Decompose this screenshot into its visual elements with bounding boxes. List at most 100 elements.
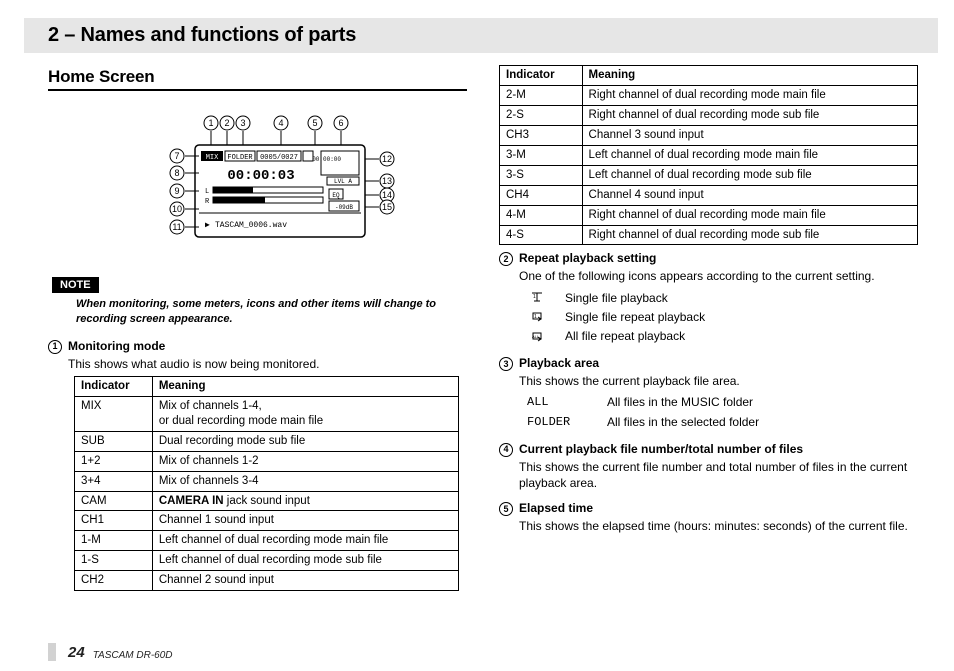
table-cell: CH2	[75, 571, 153, 591]
table-cell: Right channel of dual recording mode mai…	[582, 85, 917, 105]
svg-text:1: 1	[208, 118, 213, 128]
page-footer: 24 TASCAM DR-60D	[48, 643, 173, 661]
item-5: 5Elapsed timeThis shows the elapsed time…	[499, 501, 918, 534]
item-desc: This shows the current file number and t…	[519, 459, 918, 491]
svg-text:00:00:00: 00:00:00	[312, 156, 341, 163]
table-row: 4-SRight channel of dual recording mode …	[500, 225, 918, 245]
svg-text:TASCAM_0006.wav: TASCAM_0006.wav	[215, 221, 287, 230]
table-header: Meaning	[152, 376, 459, 396]
svg-text:14: 14	[381, 190, 391, 200]
home-screen-diagram: 1 2 3 4 5 6	[48, 101, 467, 261]
item-3: 3Playback areaThis shows the current pla…	[499, 356, 918, 432]
svg-text:00:00:03: 00:00:03	[227, 168, 294, 184]
mapping-row: FOLDER All files in the selected folder	[527, 413, 918, 432]
table-row: 3-MLeft channel of dual recording mode m…	[500, 145, 918, 165]
svg-text:-09dB: -09dB	[334, 204, 352, 211]
table-cell: 1-S	[75, 551, 153, 571]
table-row: 3+4Mix of channels 3-4	[75, 471, 459, 491]
table-row: 1+2Mix of channels 1-2	[75, 451, 459, 471]
table-header: Indicator	[75, 376, 153, 396]
mapping-label: All files in the selected folder	[607, 413, 759, 432]
table-row: 3-SLeft channel of dual recording mode s…	[500, 165, 918, 185]
table-cell: CAMERA IN jack sound input	[152, 491, 459, 511]
svg-text:4: 4	[278, 118, 283, 128]
option-row: 1 Single file playback	[527, 289, 918, 308]
svg-text:1: 1	[533, 294, 536, 300]
table-cell: 1-M	[75, 531, 153, 551]
table-row: CAMCAMERA IN jack sound input	[75, 491, 459, 511]
svg-text:13: 13	[381, 176, 391, 186]
table-cell: Mix of channels 1-2	[152, 451, 459, 471]
table-cell: Left channel of dual recording mode sub …	[582, 165, 917, 185]
table-row: CH1Channel 1 sound input	[75, 511, 459, 531]
table-cell: Mix of channels 1-4,or dual recording mo…	[152, 396, 459, 431]
table-row: CH4Channel 4 sound input	[500, 185, 918, 205]
table-cell: Channel 4 sound input	[582, 185, 917, 205]
item-title: Monitoring mode	[68, 339, 165, 353]
table-cell: 4-M	[500, 205, 583, 225]
svg-text:3: 3	[240, 118, 245, 128]
table-cell: 2-M	[500, 85, 583, 105]
item-number-icon: 3	[499, 357, 513, 371]
svg-text:15: 15	[381, 202, 391, 212]
svg-text:5: 5	[312, 118, 317, 128]
option-label: All file repeat playback	[565, 327, 685, 346]
single-play-icon: 1	[527, 291, 547, 305]
mapping-label: All files in the MUSIC folder	[607, 393, 753, 412]
svg-text:L: L	[205, 188, 209, 196]
table-cell: CH3	[500, 125, 583, 145]
chapter-title: 2 – Names and functions of parts	[24, 18, 938, 53]
table-cell: Left channel of dual recording mode main…	[152, 531, 459, 551]
page-number: 24	[68, 644, 85, 661]
svg-text:9: 9	[174, 186, 179, 196]
item-number-icon: 2	[499, 252, 513, 266]
table-row: MIXMix of channels 1-4,or dual recording…	[75, 396, 459, 431]
item-title: Elapsed time	[519, 501, 593, 515]
table-cell: CH1	[75, 511, 153, 531]
item-4: 4Current playback file number/total numb…	[499, 442, 918, 491]
svg-text:6: 6	[338, 118, 343, 128]
table-cell: 3-S	[500, 165, 583, 185]
svg-text:10: 10	[171, 204, 181, 214]
table-cell: Right channel of dual recording mode mai…	[582, 205, 917, 225]
table-cell: 3+4	[75, 471, 153, 491]
table-cell: SUB	[75, 431, 153, 451]
table-cell: Channel 3 sound input	[582, 125, 917, 145]
table-cell: 1+2	[75, 451, 153, 471]
table-cell: CH4	[500, 185, 583, 205]
svg-text:LVL A: LVL A	[333, 178, 351, 185]
all-repeat-icon: ALL	[527, 330, 547, 344]
item-desc: This shows the current playback file are…	[519, 373, 918, 389]
svg-text:11: 11	[172, 222, 181, 232]
table-row: 1-MLeft channel of dual recording mode m…	[75, 531, 459, 551]
table-cell: 3-M	[500, 145, 583, 165]
table-row: 2-MRight channel of dual recording mode …	[500, 85, 918, 105]
table-cell: 2-S	[500, 105, 583, 125]
indicator-table-continued: IndicatorMeaning2-MRight channel of dual…	[499, 65, 918, 245]
svg-text:0005/0027: 0005/0027	[260, 154, 298, 162]
table-cell: CAM	[75, 491, 153, 511]
footer-accent	[48, 643, 56, 661]
table-cell: Dual recording mode sub file	[152, 431, 459, 451]
mapping-list: ALL All files in the MUSIC folder FOLDER Al…	[527, 393, 918, 431]
svg-text:7: 7	[174, 151, 179, 161]
svg-text:ALL: ALL	[532, 334, 540, 339]
indicator-table: IndicatorMeaningMIXMix of channels 1-4,o…	[74, 376, 459, 591]
options-list: 1 Single file playback 1 Single file repeat…	[527, 289, 918, 347]
note-tag: NOTE	[52, 277, 99, 293]
item-2: 2Repeat playback settingOne of the follo…	[499, 251, 918, 346]
svg-text:8: 8	[174, 168, 179, 178]
table-cell: Channel 2 sound input	[152, 571, 459, 591]
svg-text:FOLDER: FOLDER	[227, 154, 253, 162]
table-row: SUBDual recording mode sub file	[75, 431, 459, 451]
option-label: Single file playback	[565, 289, 668, 308]
mapping-key: FOLDER	[527, 413, 589, 432]
table-row: CH2Channel 2 sound input	[75, 571, 459, 591]
mapping-key: ALL	[527, 393, 589, 412]
table-row: CH3Channel 3 sound input	[500, 125, 918, 145]
single-repeat-icon: 1	[527, 310, 547, 324]
table-cell: Left channel of dual recording mode sub …	[152, 551, 459, 571]
table-row: 1-SLeft channel of dual recording mode s…	[75, 551, 459, 571]
option-label: Single file repeat playback	[565, 308, 705, 327]
table-header: Indicator	[500, 66, 583, 86]
